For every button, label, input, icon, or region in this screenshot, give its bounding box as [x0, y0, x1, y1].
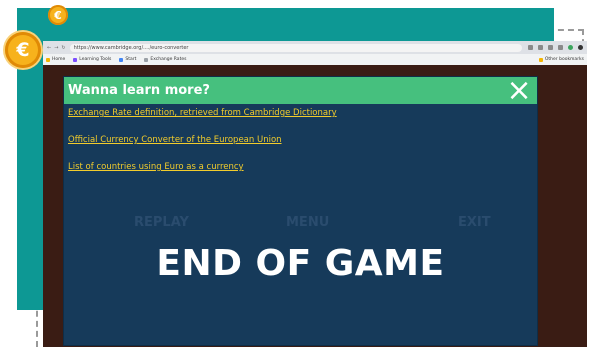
bookmark-label: Exchange Rates — [150, 57, 187, 62]
end-of-game-title: END OF GAME — [156, 243, 445, 284]
bookmark-label: Learning Tools — [79, 57, 112, 62]
folder-icon — [538, 57, 543, 62]
browser-window: ← → ↻ https://www.cambridge.org/..../eur… — [43, 41, 587, 347]
browser-nav: ← → ↻ — [47, 45, 66, 51]
bookmark-icon — [119, 57, 124, 62]
modal-header: Wanna learn more? × — [64, 76, 537, 106]
star-icon[interactable] — [528, 45, 533, 50]
extension-icon[interactable] — [548, 45, 553, 50]
modal-title: Wanna learn more? — [68, 83, 210, 98]
euro-coin-icon: € — [48, 5, 68, 25]
bookmark-item[interactable]: Exchange Rates — [144, 57, 186, 62]
menu-icon[interactable] — [578, 45, 583, 50]
bookmark-icon — [46, 57, 50, 62]
link-euro-countries[interactable]: List of countries using Euro as a curren… — [68, 162, 537, 172]
bookmark-item[interactable]: Home — [46, 57, 65, 62]
extension-icon[interactable] — [558, 45, 563, 50]
close-icon[interactable]: × — [506, 76, 531, 106]
back-arrow-icon[interactable]: ← — [47, 45, 51, 51]
browser-toolbar: ← → ↻ https://www.cambridge.org/..../eur… — [43, 41, 587, 54]
reload-icon[interactable]: ↻ — [61, 45, 65, 51]
resource-links: Exchange Rate definition, retrieved from… — [64, 104, 537, 172]
extension-icon[interactable] — [538, 45, 543, 50]
other-bookmarks-label: Other bookmarks — [544, 57, 584, 62]
bookmark-item[interactable]: Start — [119, 57, 136, 62]
bookmark-icon — [73, 57, 78, 62]
replay-button-background: REPLAY — [134, 215, 189, 230]
learn-more-modal: Wanna learn more? × Exchange Rate defini… — [63, 76, 538, 346]
address-bar-text: https://www.cambridge.org/..../euro-conv… — [73, 44, 189, 51]
euro-coin-icon: € — [5, 32, 41, 68]
menu-button-background: MENU — [286, 215, 330, 230]
bookmark-item[interactable]: Learning Tools — [73, 57, 111, 62]
link-currency-converter[interactable]: Official Currency Converter of the Europ… — [68, 135, 537, 145]
exit-button-background: EXIT — [458, 215, 491, 230]
other-bookmarks[interactable]: Other bookmarks — [538, 57, 584, 62]
toolbar-icons — [528, 45, 583, 50]
address-bar[interactable]: https://www.cambridge.org/..../euro-conv… — [69, 43, 522, 52]
forward-arrow-icon[interactable]: → — [54, 45, 58, 51]
bookmark-icon — [144, 57, 149, 62]
bookmark-label: Start — [125, 57, 137, 62]
bookmark-label: Home — [52, 57, 66, 62]
profile-icon[interactable] — [568, 45, 573, 50]
link-exchange-rate-definition[interactable]: Exchange Rate definition, retrieved from… — [68, 108, 537, 118]
